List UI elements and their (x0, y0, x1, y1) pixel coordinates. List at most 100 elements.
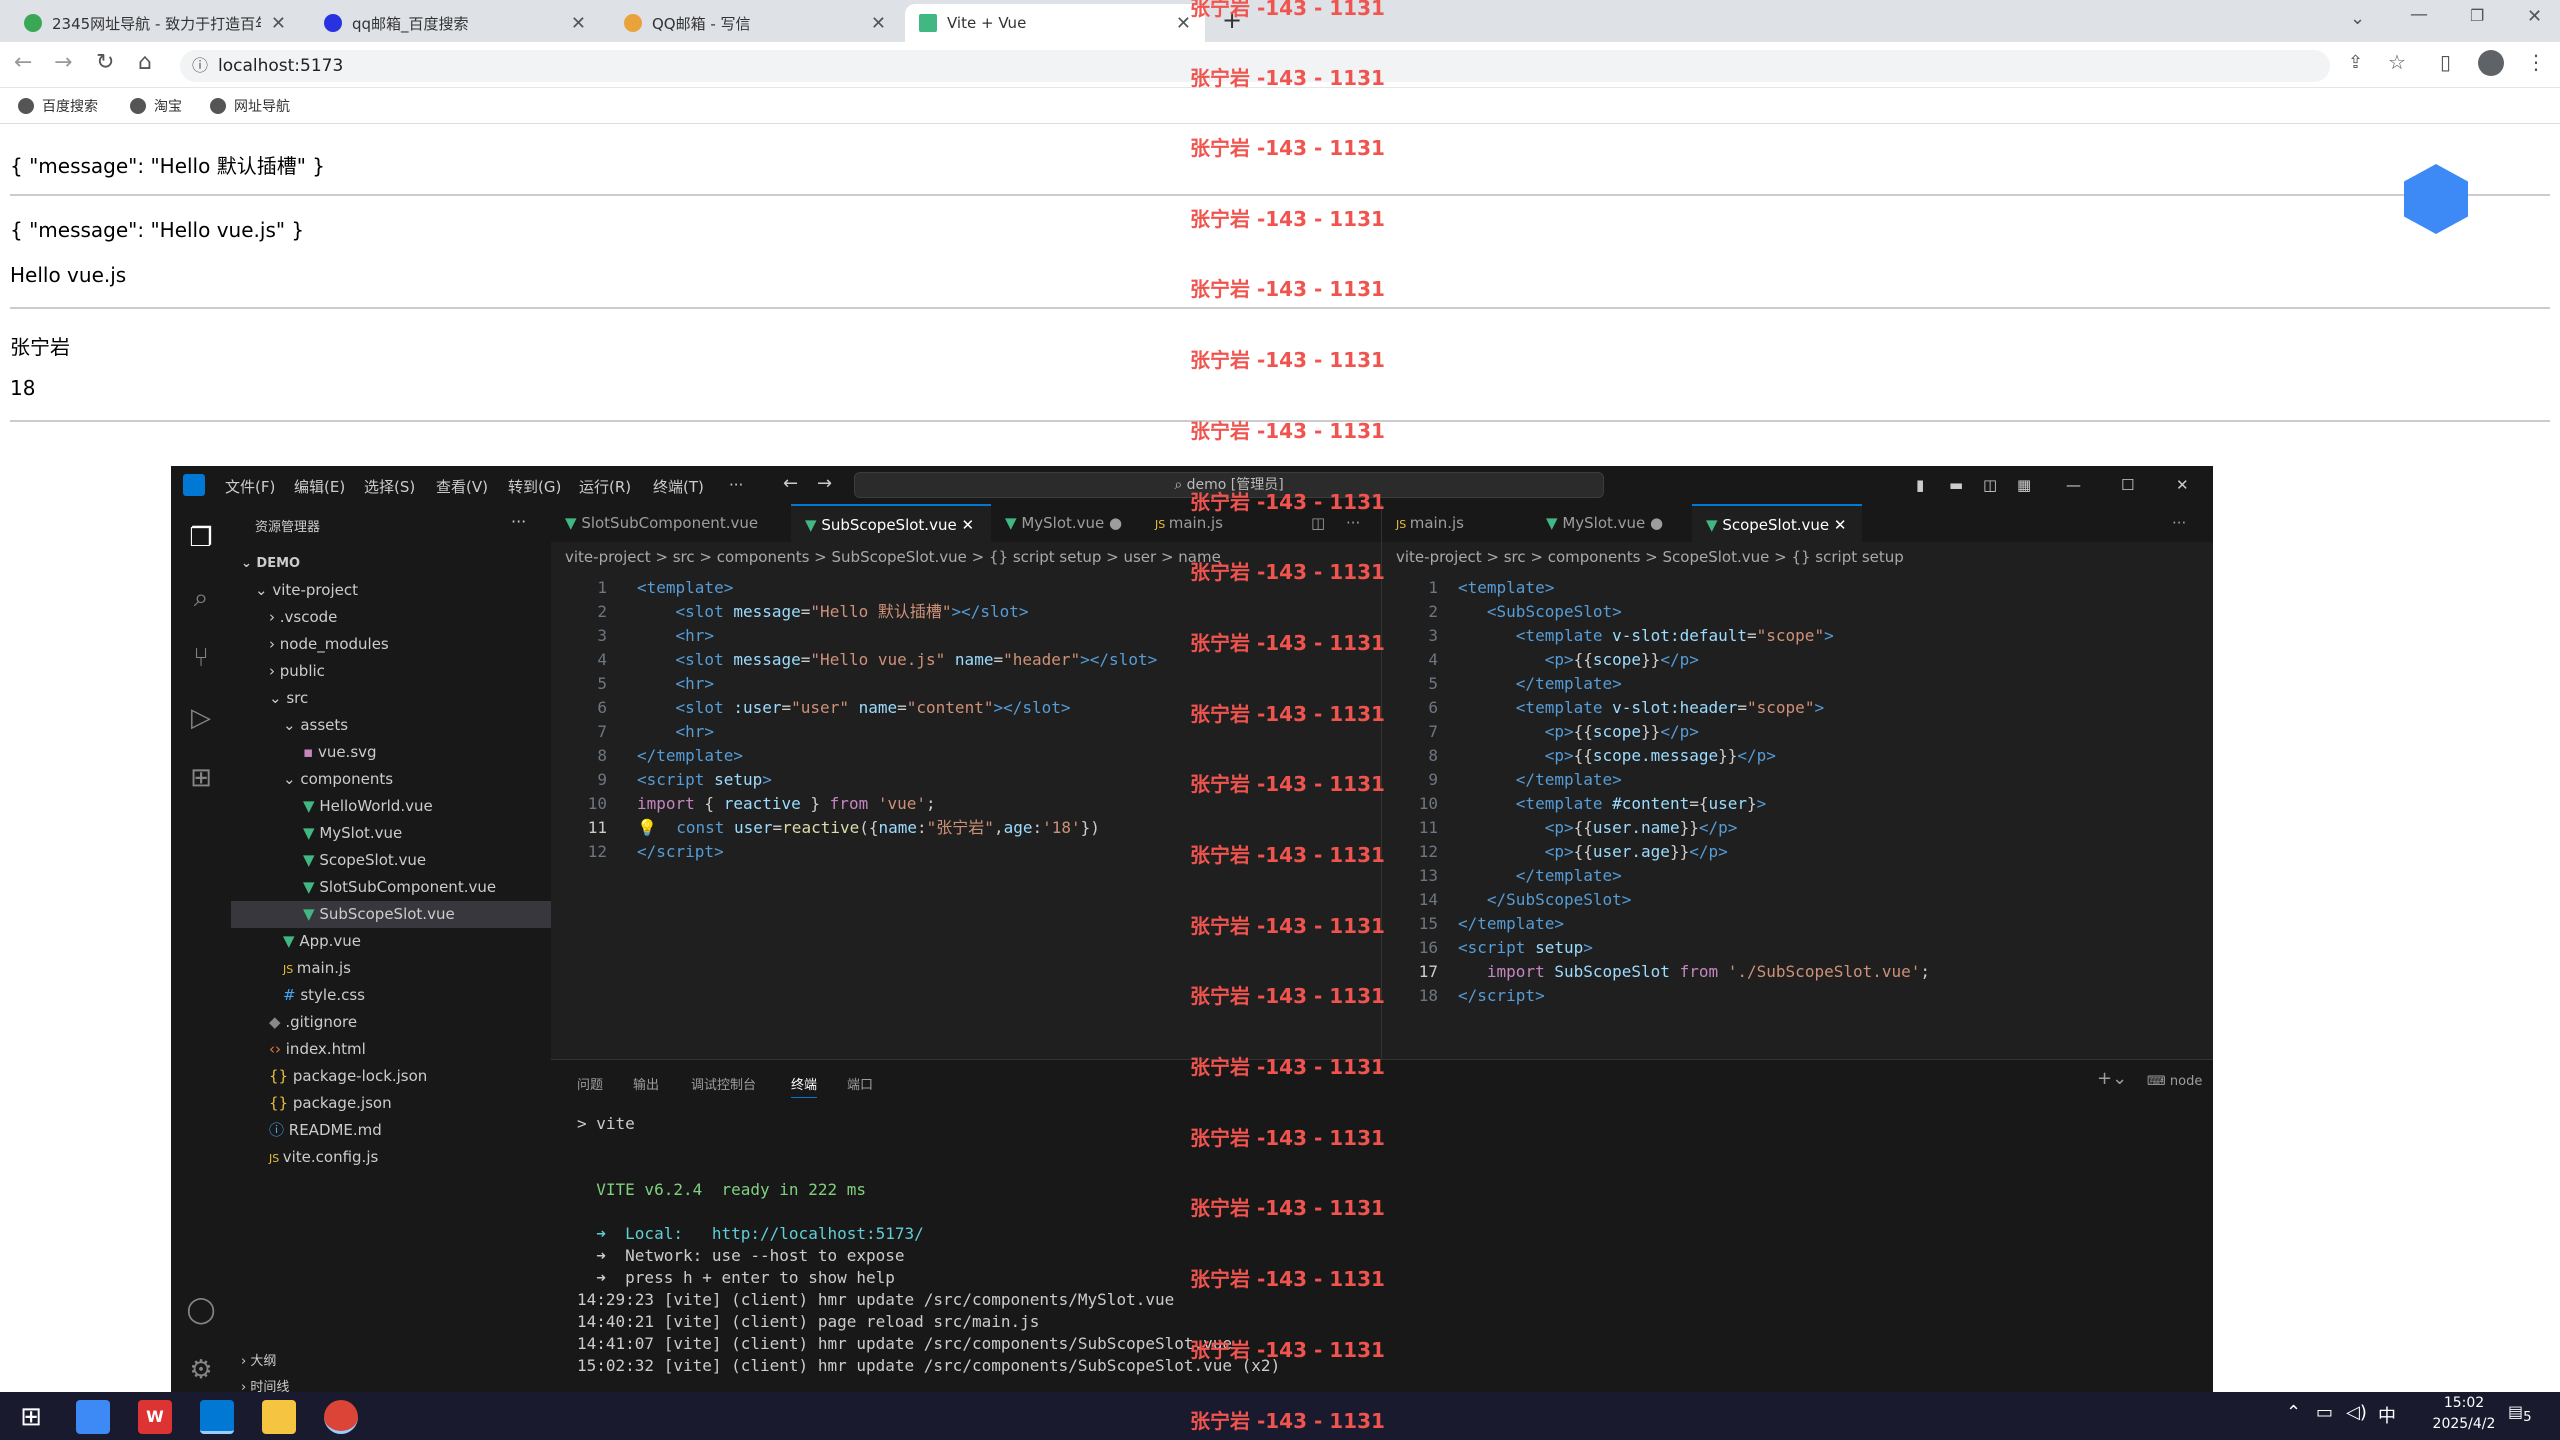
windows-start-icon[interactable]: ⊞ (14, 1400, 48, 1434)
bird-app-icon[interactable] (76, 1400, 110, 1434)
tray-arrow-icon[interactable]: ⌃ (2286, 1402, 2301, 1423)
chrome-icon[interactable] (324, 1400, 358, 1434)
vscode-taskbar-icon[interactable] (200, 1400, 234, 1434)
browser-tab-3[interactable]: QQ邮箱 - 写信 ✕ (610, 4, 900, 42)
tree-file[interactable]: ⓘ README.md (269, 1117, 382, 1144)
menu-view[interactable]: 查看(V) (436, 476, 488, 497)
volume-icon[interactable]: ◁) (2346, 1402, 2367, 1423)
tree-file[interactable]: ▪ vue.svg (303, 739, 377, 766)
nav-forward-icon[interactable]: → (817, 473, 832, 494)
extensions-icon[interactable]: ⊞ (185, 762, 217, 794)
star-icon[interactable]: ☆ (2388, 50, 2406, 74)
restore-icon[interactable]: ❐ (2470, 6, 2484, 25)
close-window-icon[interactable]: ✕ (2527, 6, 2542, 27)
source-control-icon[interactable]: ⑂ (185, 642, 217, 674)
menu-run[interactable]: 运行(R) (579, 476, 631, 497)
notification-icon[interactable]: ▤5 (2508, 1402, 2532, 1425)
vs-minimize-icon[interactable]: — (2066, 476, 2081, 494)
tree-root[interactable]: ⌄ DEMO (241, 550, 300, 577)
clock-time[interactable]: 15:02 (2424, 1395, 2504, 1411)
editor-tab[interactable]: ▼ MySlot.vue ● (1532, 504, 1692, 542)
tree-file-selected[interactable]: ▼ SubScopeSlot.vue (231, 901, 551, 928)
tree-file[interactable]: JS vite.config.js (269, 1144, 378, 1171)
clock-date[interactable]: 2025/4/2 (2414, 1416, 2514, 1432)
layout-panel-icon[interactable]: ▬ (1949, 476, 1963, 494)
reload-icon[interactable]: ↻ (96, 50, 114, 75)
editor-tab[interactable]: JS main.js (1382, 504, 1532, 542)
layout-custom-icon[interactable]: ▦ (2017, 476, 2031, 494)
floating-bird-icon[interactable] (2404, 164, 2468, 234)
vs-maximize-icon[interactable]: ☐ (2121, 476, 2134, 494)
close-tab-icon[interactable]: ✕ (961, 516, 974, 534)
tree-folder[interactable]: ⌄ src (269, 685, 308, 712)
tree-file[interactable]: ▼ HelloWorld.vue (303, 793, 433, 820)
tree-file[interactable]: ▼ ScopeSlot.vue (303, 847, 426, 874)
editor-tab[interactable]: ▼ SlotSubComponent.vue (551, 504, 791, 542)
outline-section[interactable]: › 大纲 (241, 1348, 276, 1375)
more-menu-icon[interactable]: ⋮ (2526, 50, 2546, 74)
wps-icon[interactable]: W (138, 1400, 172, 1434)
close-tab-icon[interactable]: ✕ (271, 13, 286, 34)
menu-file[interactable]: 文件(F) (225, 476, 275, 497)
back-icon[interactable]: ← (14, 50, 32, 75)
tree-folder[interactable]: ⌄ assets (283, 712, 348, 739)
panel-tab-ports[interactable]: 端口 (847, 1074, 873, 1093)
search-icon[interactable]: ⌕ (185, 582, 217, 614)
bookmark-item[interactable]: 百度搜索 (18, 96, 98, 116)
tree-folder[interactable]: › node_modules (269, 631, 389, 658)
panel-tab-output[interactable]: 输出 (633, 1074, 659, 1093)
editor-tab-active[interactable]: ▼ SubScopeSlot.vue ✕ (791, 504, 991, 542)
site-info-icon[interactable]: ⓘ (192, 50, 208, 82)
menu-more[interactable]: ··· (729, 476, 743, 494)
minimize-icon[interactable]: — (2410, 4, 2428, 25)
bookmark-item[interactable]: 网址导航 (210, 96, 290, 116)
new-terminal-icon[interactable]: +⌄ (2097, 1068, 2127, 1089)
panel-tab-problems[interactable]: 问题 (577, 1074, 603, 1093)
menu-selection[interactable]: 选择(S) (364, 476, 415, 497)
explorer-more-icon[interactable]: ··· (511, 512, 526, 531)
editor-tab-active[interactable]: ▼ ScopeSlot.vue ✕ (1692, 504, 1862, 542)
panel-tab-terminal[interactable]: 终端 (791, 1074, 818, 1098)
close-tab-icon[interactable]: ✕ (871, 13, 886, 34)
editor-tab[interactable]: ▼ MySlot.vue ● (991, 504, 1141, 542)
home-icon[interactable]: ⌂ (138, 50, 152, 75)
tab-search-icon[interactable]: ⌄ (2350, 8, 2365, 29)
close-tab-icon[interactable]: ✕ (571, 13, 586, 34)
side-panel-icon[interactable]: ▯ (2440, 50, 2451, 74)
layout-sidebar-icon[interactable]: ▮ (1916, 476, 1924, 494)
menu-terminal[interactable]: 终端(T) (653, 476, 704, 497)
tree-folder[interactable]: ⌄ components (283, 766, 393, 793)
browser-tab-4[interactable]: Vite + Vue ✕ (905, 4, 1205, 42)
ime-indicator[interactable]: 中 (2378, 1402, 2396, 1428)
tree-file[interactable]: # style.css (283, 982, 365, 1009)
share-icon[interactable]: ⇪ (2348, 52, 2363, 73)
settings-gear-icon[interactable]: ⚙ (185, 1354, 217, 1386)
bookmark-item[interactable]: 淘宝 (130, 96, 182, 116)
tree-file[interactable]: ▼ MySlot.vue (303, 820, 402, 847)
tree-file[interactable]: ◆ .gitignore (269, 1009, 357, 1036)
account-icon[interactable]: ◯ (185, 1294, 217, 1326)
explorer-icon[interactable]: ❐ (185, 522, 217, 554)
panel-tab-debug-console[interactable]: 调试控制台 (691, 1074, 756, 1093)
browser-tab-2[interactable]: qq邮箱_百度搜索 ✕ (310, 4, 600, 42)
menu-go[interactable]: 转到(G) (508, 476, 561, 497)
tree-file[interactable]: {} package.json (269, 1090, 392, 1117)
run-debug-icon[interactable]: ▷ (185, 702, 217, 734)
vs-close-icon[interactable]: ✕ (2176, 476, 2189, 494)
file-explorer-icon[interactable] (262, 1400, 296, 1434)
layout-split-icon[interactable]: ◫ (1983, 476, 1997, 494)
tree-file[interactable]: {} package-lock.json (269, 1063, 427, 1090)
tree-file[interactable]: ▼ App.vue (283, 928, 361, 955)
network-icon[interactable]: ▭ (2316, 1402, 2333, 1423)
tree-file[interactable]: JS main.js (283, 955, 351, 982)
nav-back-icon[interactable]: ← (783, 473, 798, 494)
tree-folder[interactable]: ⌄ vite-project (255, 577, 358, 604)
tree-file[interactable]: ▼ SlotSubComponent.vue (303, 874, 496, 901)
terminal-shell-icon[interactable]: ⌨ node (2147, 1074, 2202, 1089)
tree-folder[interactable]: › .vscode (269, 604, 337, 631)
menu-edit[interactable]: 编辑(E) (294, 476, 345, 497)
close-tab-icon[interactable]: ✕ (1176, 13, 1191, 34)
profile-avatar[interactable] (2478, 50, 2504, 76)
browser-tab-1[interactable]: 2345网址导航 - 致力于打造百年 ✕ (10, 4, 300, 42)
tree-file[interactable]: ‹› index.html (269, 1036, 366, 1063)
